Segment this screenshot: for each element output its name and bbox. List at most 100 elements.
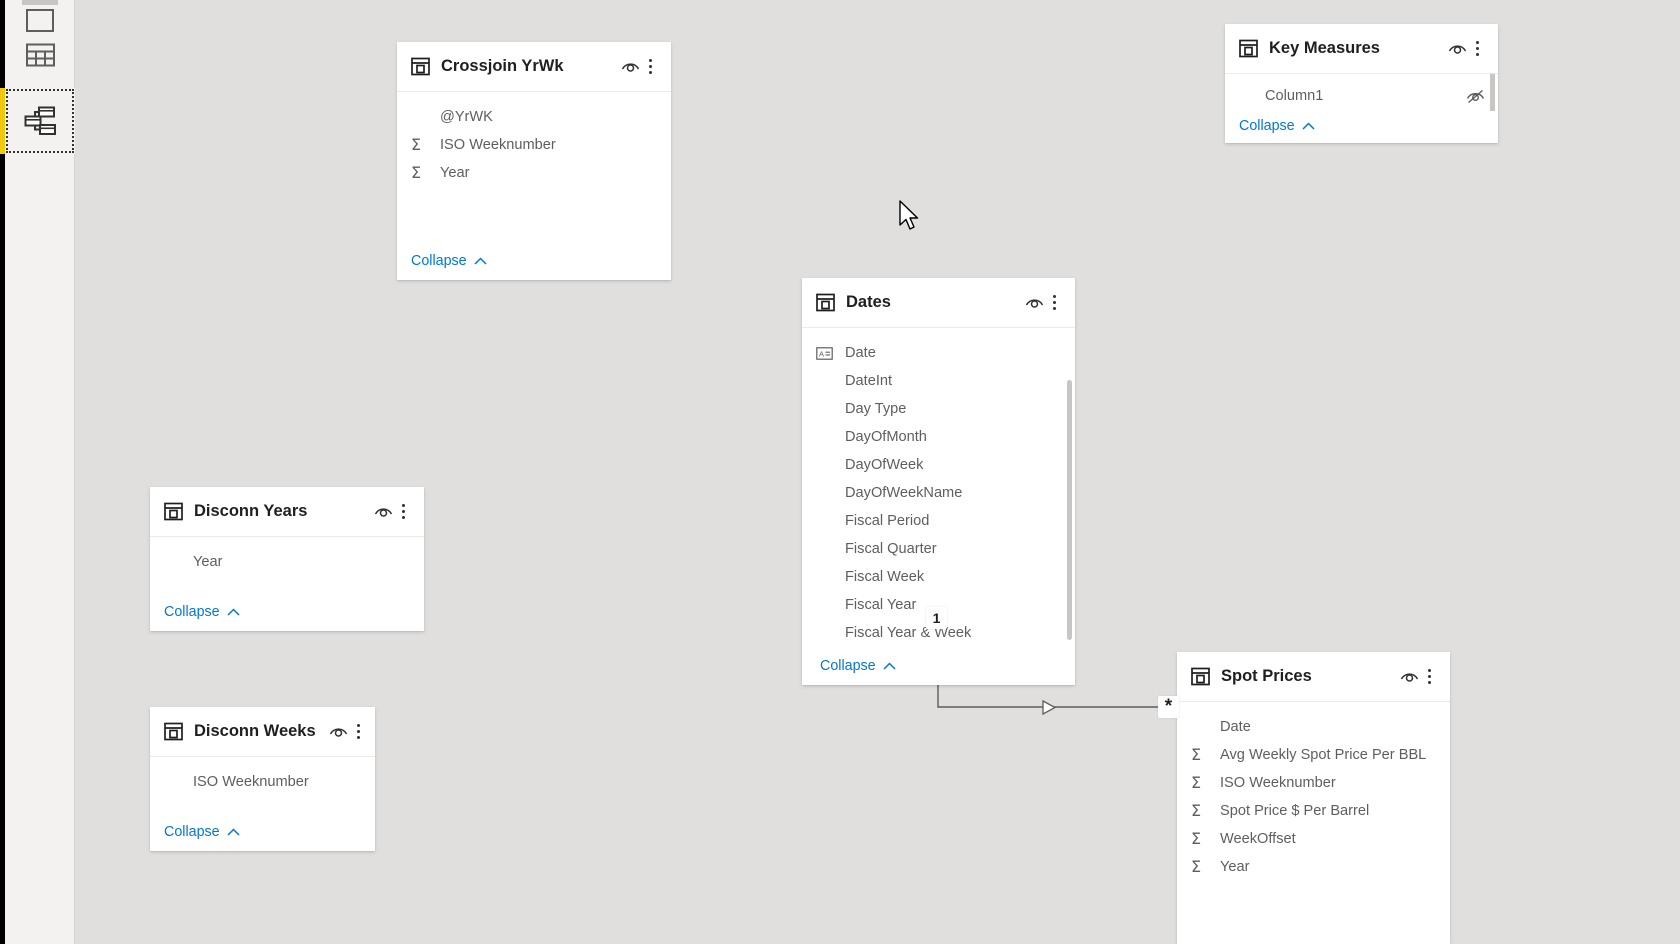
eye-hidden-icon[interactable]: [1464, 85, 1486, 107]
field-label: @YrWK: [440, 109, 493, 125]
card-header: Dates: [802, 278, 1075, 328]
sidebar-item-model-view[interactable]: [0, 88, 75, 154]
card-footer: Collapse: [802, 651, 1075, 685]
field-list: ISO Weeknumber: [150, 757, 375, 817]
field-row[interactable]: Day Type: [802, 395, 1075, 423]
model-relationship-icon: [24, 106, 57, 136]
field-row[interactable]: DayOfWeekName: [802, 479, 1075, 507]
field-label: Fiscal Period: [845, 513, 930, 529]
cardinality-badge-many: *: [1158, 696, 1179, 718]
more-options-icon[interactable]: [1045, 292, 1063, 314]
model-canvas[interactable]: 1 * Crossjoin YrWk @YrWK Σ ISO Weeknumbe…: [75, 0, 1680, 944]
chevron-up-icon: [1302, 118, 1315, 134]
table-icon: [1191, 667, 1210, 686]
field-row[interactable]: Σ Year: [1177, 853, 1450, 881]
collapse-label: Collapse: [411, 253, 467, 269]
field-row[interactable]: ISO Weeknumber: [150, 768, 375, 796]
sigma-icon: Σ: [1191, 745, 1202, 764]
field-row[interactable]: DateInt: [802, 367, 1075, 395]
field-row[interactable]: Date: [1177, 713, 1450, 741]
collapse-label: Collapse: [820, 658, 876, 674]
field-label: WeekOffset: [1220, 831, 1296, 847]
table-card-crossjoin-yrwk[interactable]: Crossjoin YrWk @YrWK Σ ISO Weeknumber Σ …: [397, 42, 671, 280]
field-row[interactable]: Fiscal Period: [802, 507, 1075, 535]
more-options-icon[interactable]: [1468, 38, 1486, 60]
card-header: Crossjoin YrWk: [397, 42, 671, 92]
collapse-button[interactable]: Collapse: [164, 824, 240, 840]
field-row[interactable]: Fiscal Quarter: [802, 535, 1075, 563]
card-title: Dates: [846, 293, 891, 311]
card-title: Spot Prices: [1221, 667, 1312, 685]
card-footer: Collapse: [150, 597, 424, 631]
field-row[interactable]: Column1: [1225, 82, 1498, 110]
field-row[interactable]: Σ Year: [397, 159, 671, 187]
field-row[interactable]: Σ Avg Weekly Spot Price Per BBL: [1177, 741, 1450, 769]
field-row[interactable]: Σ WeekOffset: [1177, 825, 1450, 853]
field-row[interactable]: Σ ISO Weeknumber: [1177, 769, 1450, 797]
eye-icon[interactable]: [1023, 292, 1045, 314]
field-label: Year: [440, 165, 470, 181]
powerbi-model-view: 1 * Crossjoin YrWk @YrWK Σ ISO Weeknumbe…: [0, 0, 1680, 944]
field-label: Column1: [1265, 88, 1324, 104]
collapse-button[interactable]: Collapse: [820, 658, 896, 674]
field-label: Spot Price $ Per Barrel: [1220, 803, 1370, 819]
sigma-icon: Σ: [411, 135, 422, 154]
table-card-disconn-years[interactable]: Disconn Years Year Collapse: [150, 487, 424, 631]
table-card-disconn-weeks[interactable]: Disconn Weeks ISO Weeknumber Collapse: [150, 707, 375, 851]
sigma-icon: Σ: [1191, 773, 1202, 792]
field-row[interactable]: Σ Spot Price $ Per Barrel: [1177, 797, 1450, 825]
more-options-icon[interactable]: [349, 721, 367, 743]
field-row[interactable]: Fiscal Week: [802, 563, 1075, 591]
card-footer: Collapse: [1225, 111, 1498, 143]
table-card-key-measures[interactable]: Key Measures Column1 Collapse: [1225, 24, 1498, 143]
table-grid-icon: [25, 41, 56, 69]
card-scrollbar[interactable]: [1490, 74, 1495, 111]
card-footer: Collapse: [397, 246, 671, 280]
field-label: DateInt: [845, 373, 893, 389]
more-options-icon[interactable]: [1420, 666, 1438, 688]
sigma-icon: Σ: [1191, 801, 1202, 820]
field-list: Column1: [1225, 74, 1498, 111]
table-icon: [411, 57, 430, 76]
more-options-icon[interactable]: [394, 501, 412, 523]
field-label: ISO Weeknumber: [193, 774, 309, 790]
field-row[interactable]: Year: [150, 548, 424, 576]
field-row[interactable]: A Date: [802, 339, 1075, 367]
card-title: Disconn Weeks: [194, 722, 316, 740]
sidebar-item-data-view[interactable]: [5, 22, 75, 88]
field-row[interactable]: DayOfWeek: [802, 451, 1075, 479]
table-icon: [816, 293, 835, 312]
field-label: Fiscal Year & Week: [845, 625, 972, 641]
field-list: Year: [150, 537, 424, 597]
field-row[interactable]: Σ ISO Weeknumber: [397, 131, 671, 159]
field-label: ISO Weeknumber: [440, 137, 556, 153]
field-row[interactable]: @YrWK: [397, 103, 671, 131]
field-label: Avg Weekly Spot Price Per BBL: [1220, 747, 1427, 763]
view-switcher-rail: [0, 0, 75, 944]
eye-icon[interactable]: [372, 501, 394, 523]
table-card-spot-prices[interactable]: Spot Prices Date Σ Avg Weekly Spot Price…: [1177, 652, 1450, 944]
field-row[interactable]: DayOfMonth: [802, 423, 1075, 451]
card-title: Disconn Years: [194, 502, 308, 520]
card-title: Key Measures: [1269, 39, 1380, 57]
field-label: Day Type: [845, 401, 907, 417]
field-label: Fiscal Quarter: [845, 541, 937, 557]
collapse-button[interactable]: Collapse: [164, 604, 240, 620]
card-scrollbar[interactable]: [1067, 380, 1072, 640]
sigma-icon: Σ: [1191, 857, 1202, 876]
card-header: Disconn Years: [150, 487, 424, 537]
chevron-up-icon: [227, 824, 240, 840]
eye-icon[interactable]: [1398, 666, 1420, 688]
field-label: DayOfMonth: [845, 429, 927, 445]
eye-icon[interactable]: [1446, 38, 1468, 60]
collapse-label: Collapse: [164, 824, 220, 840]
collapse-button[interactable]: Collapse: [1239, 118, 1315, 134]
field-label: DayOfWeekName: [845, 485, 963, 501]
field-label: DayOfWeek: [845, 457, 924, 473]
eye-icon[interactable]: [327, 721, 349, 743]
eye-icon[interactable]: [619, 56, 641, 78]
collapse-button[interactable]: Collapse: [411, 253, 487, 269]
table-icon: [164, 502, 183, 521]
card-header: Spot Prices: [1177, 652, 1450, 702]
more-options-icon[interactable]: [641, 56, 659, 78]
